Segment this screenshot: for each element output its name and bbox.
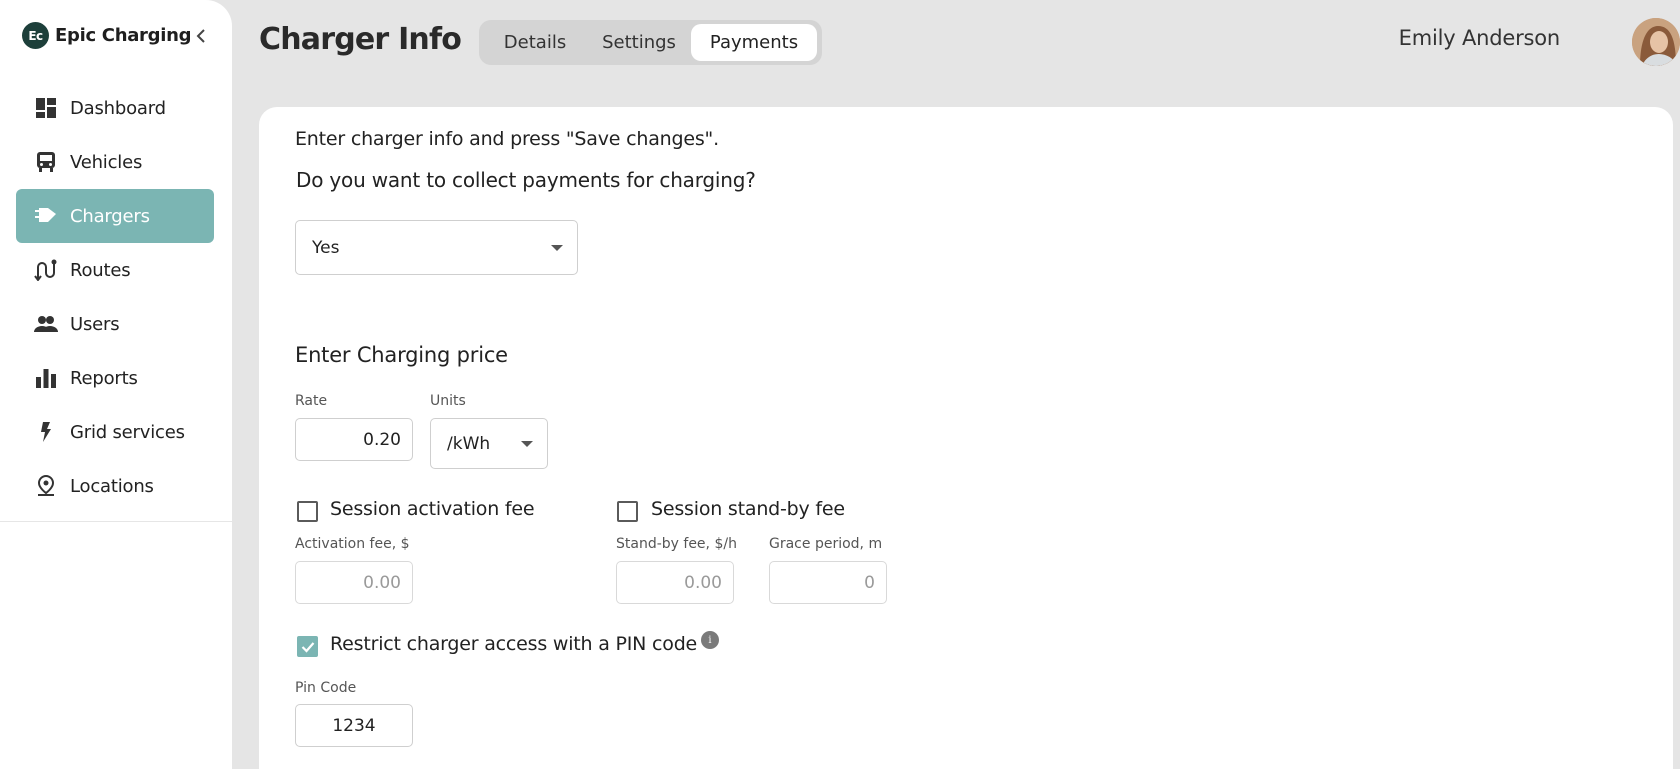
intro-text: Enter charger info and press "Save chang… <box>295 128 719 150</box>
collect-payments-question: Do you want to collect payments for char… <box>296 168 756 192</box>
caret-down-icon <box>551 244 563 251</box>
lightning-icon <box>34 420 58 444</box>
info-icon[interactable]: i <box>701 631 719 649</box>
page-title: Charger Info <box>259 22 462 57</box>
users-icon <box>34 312 58 336</box>
tab-bar: Details Settings Payments <box>479 20 822 65</box>
rate-label: Rate <box>295 393 328 409</box>
sidebar-item-chargers[interactable]: Chargers <box>16 189 214 243</box>
standby-fee-checkbox[interactable] <box>617 501 638 522</box>
brand[interactable]: Ec Epic Charging <box>22 22 192 49</box>
sidebar-item-grid-services[interactable]: Grid services <box>16 405 214 459</box>
dashboard-icon <box>34 96 58 120</box>
units-select[interactable]: /kWh <box>430 418 548 469</box>
sidebar-item-label: Dashboard <box>70 97 166 119</box>
checkmark-icon <box>301 641 314 653</box>
grace-period-input[interactable]: 0 <box>769 561 887 604</box>
sidebar: Ec Epic Charging Dashboard Vehicles Char… <box>0 0 232 769</box>
payments-card: Enter charger info and press "Save chang… <box>259 107 1673 769</box>
units-label: Units <box>430 393 466 409</box>
sidebar-item-label: Routes <box>70 259 131 281</box>
units-value: /kWh <box>447 433 491 454</box>
pin-restrict-checkbox[interactable] <box>297 636 318 657</box>
activation-fee-checkbox-label: Session activation fee <box>330 498 535 520</box>
user-name[interactable]: Emily Anderson <box>1399 26 1561 50</box>
activation-fee-checkbox[interactable] <box>297 501 318 522</box>
brand-name: Epic Charging <box>55 25 192 46</box>
caret-down-icon <box>521 440 533 447</box>
sidebar-item-label: Locations <box>70 475 154 497</box>
sidebar-item-label: Users <box>70 313 120 335</box>
sidebar-nav: Dashboard Vehicles Chargers Routes Users <box>16 81 214 513</box>
standby-fee-checkbox-label: Session stand-by fee <box>651 498 845 520</box>
tab-settings[interactable]: Settings <box>587 24 691 61</box>
bus-icon <box>34 150 58 174</box>
standby-fee-label: Stand-by fee, $/h <box>616 536 737 552</box>
sidebar-item-routes[interactable]: Routes <box>16 243 214 297</box>
route-icon <box>34 258 58 282</box>
pin-code-input[interactable]: 1234 <box>295 704 413 747</box>
standby-fee-input[interactable]: 0.00 <box>616 561 734 604</box>
activation-fee-input[interactable]: 0.00 <box>295 561 413 604</box>
sidebar-item-label: Reports <box>70 367 138 389</box>
brand-logo: Ec <box>22 22 49 49</box>
collect-payments-select[interactable]: Yes <box>295 220 578 275</box>
avatar[interactable] <box>1632 18 1680 66</box>
sidebar-item-label: Grid services <box>70 421 185 443</box>
tab-payments[interactable]: Payments <box>691 24 817 61</box>
collapse-sidebar-button[interactable] <box>192 24 210 48</box>
charger-plug-icon <box>34 204 58 228</box>
collect-payments-value: Yes <box>312 237 340 258</box>
sidebar-item-locations[interactable]: Locations <box>16 459 214 513</box>
sidebar-item-reports[interactable]: Reports <box>16 351 214 405</box>
chevron-left-icon <box>196 29 205 43</box>
activation-fee-label: Activation fee, $ <box>295 536 410 552</box>
bar-chart-icon <box>34 366 58 390</box>
sidebar-divider <box>0 521 232 522</box>
sidebar-item-label: Vehicles <box>70 151 143 173</box>
tab-details[interactable]: Details <box>483 24 587 61</box>
sidebar-item-label: Chargers <box>70 205 150 227</box>
location-pin-icon <box>34 474 58 498</box>
sidebar-item-vehicles[interactable]: Vehicles <box>16 135 214 189</box>
pin-restrict-label: Restrict charger access with a PIN code <box>330 633 698 655</box>
rate-input[interactable]: 0.20 <box>295 418 413 461</box>
grace-period-label: Grace period, m <box>769 536 883 552</box>
charging-price-title: Enter Charging price <box>295 343 508 367</box>
sidebar-item-users[interactable]: Users <box>16 297 214 351</box>
sidebar-item-dashboard[interactable]: Dashboard <box>16 81 214 135</box>
pin-code-label: Pin Code <box>295 680 357 696</box>
